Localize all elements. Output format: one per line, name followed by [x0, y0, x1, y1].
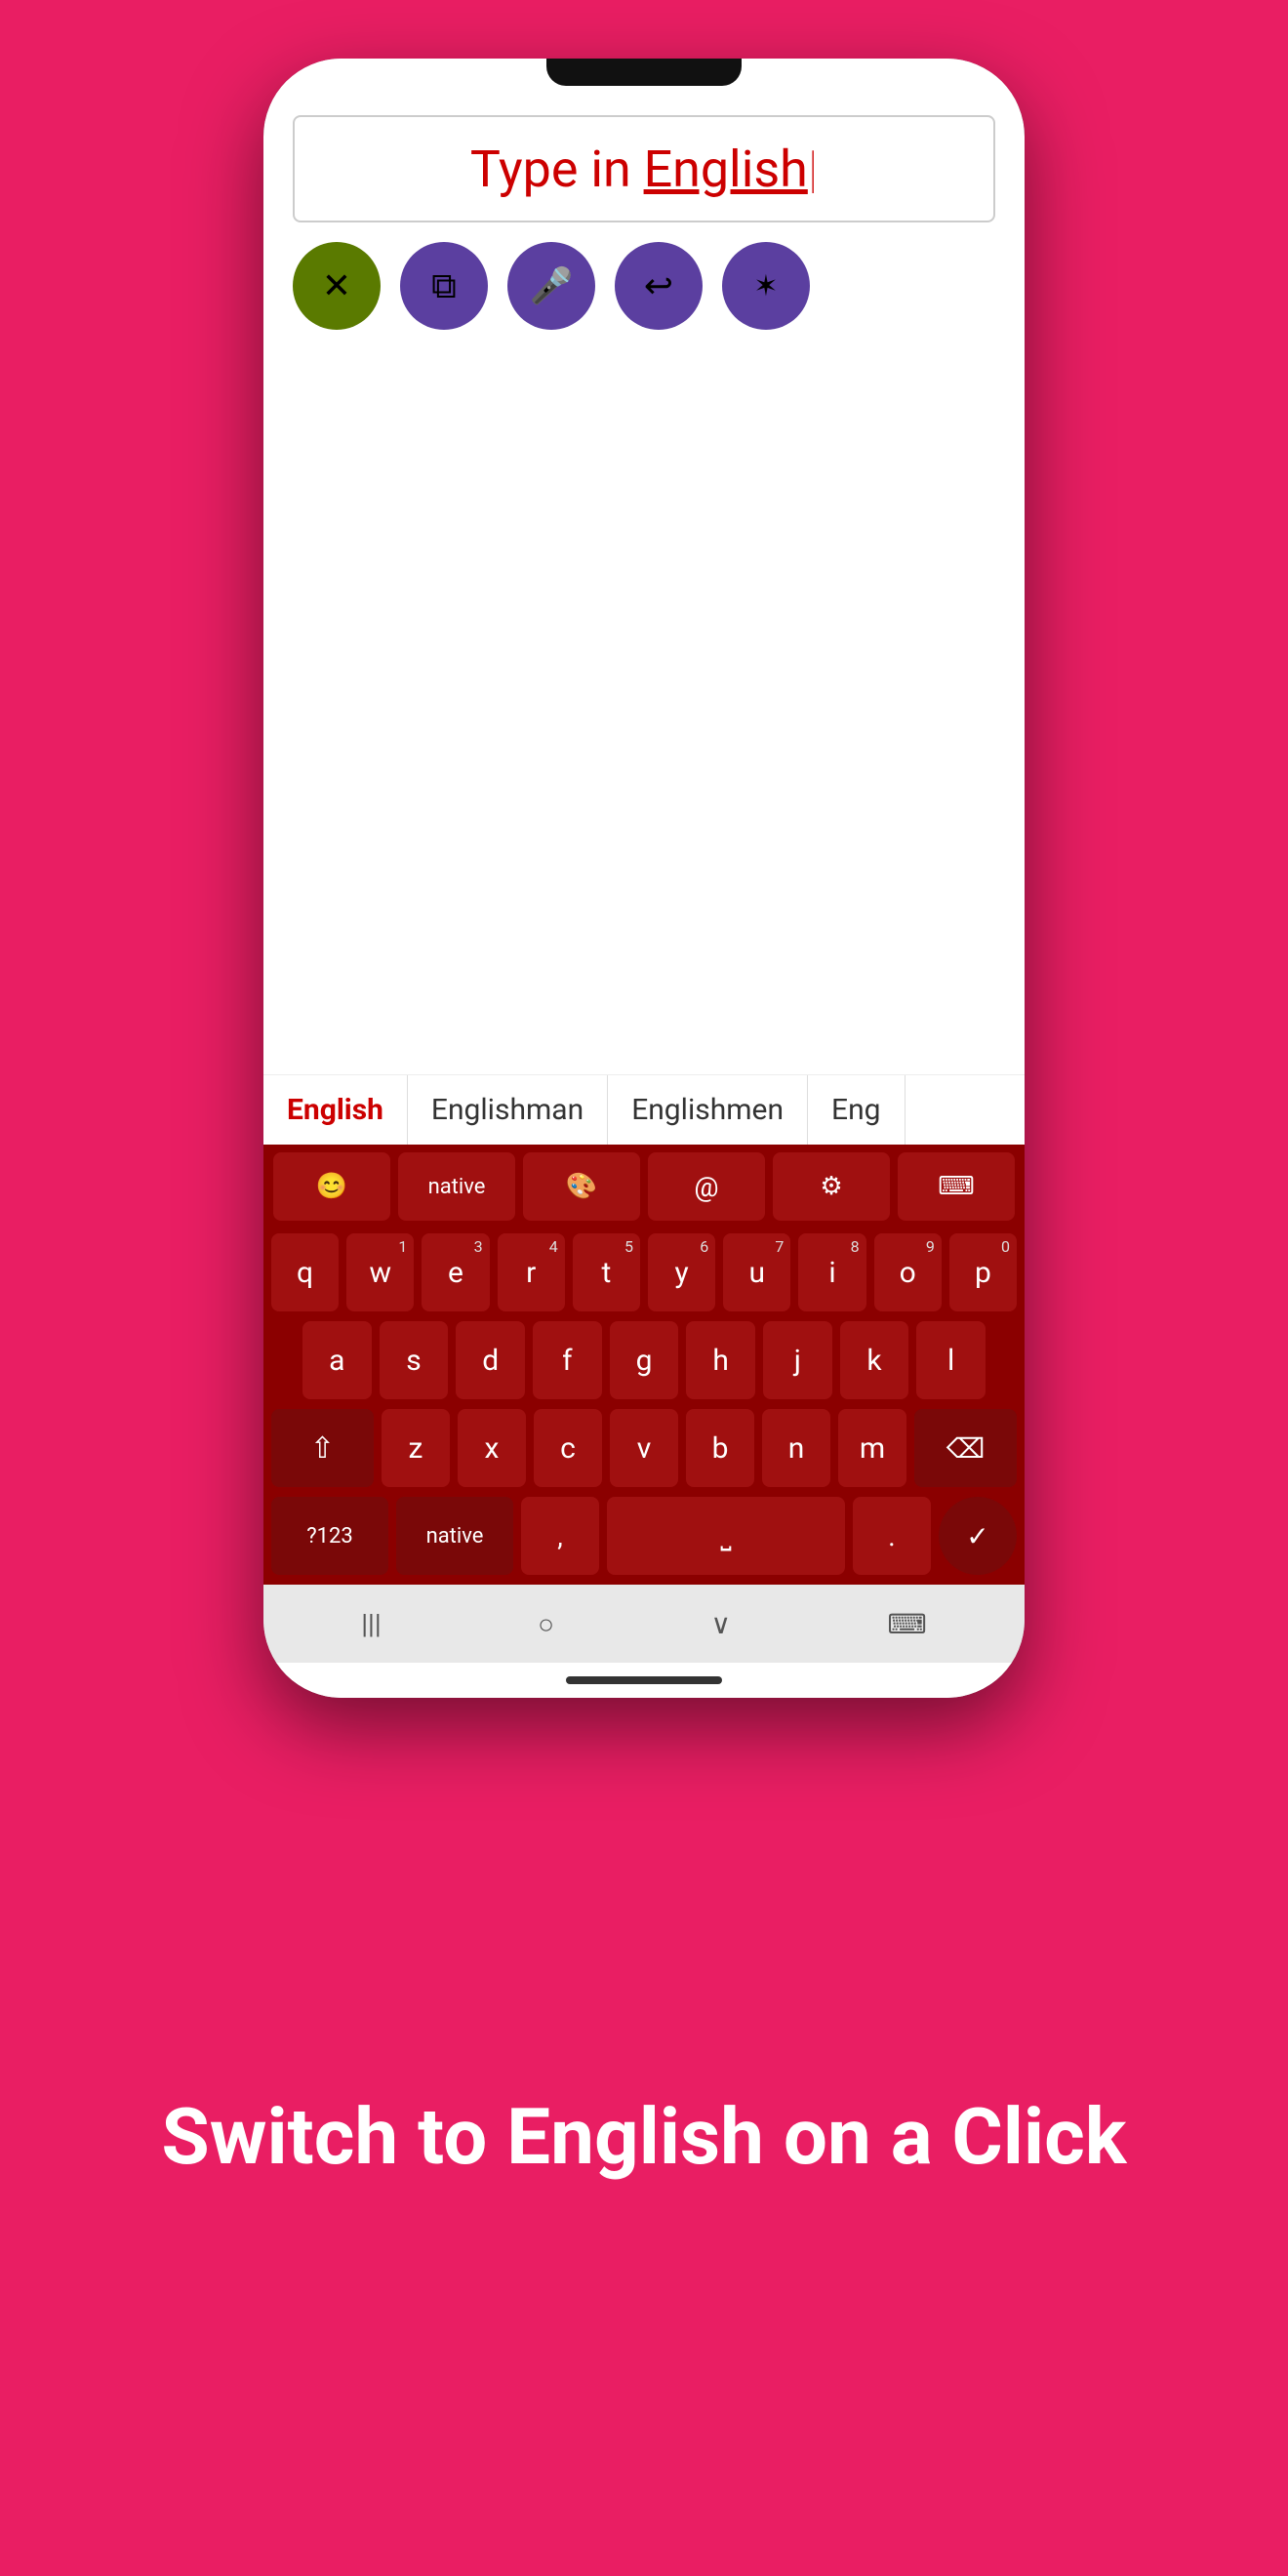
key-r[interactable]: 4r	[498, 1233, 565, 1311]
suggestions-bar: English Englishman Englishmen Eng	[263, 1074, 1025, 1145]
space-key[interactable]: ⎵	[607, 1497, 845, 1575]
key-k[interactable]: k	[840, 1321, 909, 1399]
key-d[interactable]: d	[456, 1321, 525, 1399]
share-icon: ✶	[753, 269, 778, 303]
recents-nav-button[interactable]: ∨	[710, 1608, 731, 1640]
period-key[interactable]: .	[853, 1497, 931, 1575]
keyboard-row-2: a s d f g h j k l	[263, 1316, 1025, 1404]
key-b[interactable]: b	[686, 1409, 754, 1487]
key-c[interactable]: c	[534, 1409, 602, 1487]
phone-frame: Type in English| ✕ ⧉ 🎤 ↩ ✶	[263, 59, 1025, 1698]
key-f[interactable]: f	[533, 1321, 602, 1399]
phone-screen: Type in English| ✕ ⧉ 🎤 ↩ ✶	[263, 59, 1025, 1698]
key-z[interactable]: z	[382, 1409, 450, 1487]
keyboard-nav-button[interactable]: ⌨	[887, 1608, 926, 1640]
keyboard-row-3: ⇧ z x c v b n m ⌫	[263, 1404, 1025, 1492]
language-key[interactable]: native	[396, 1497, 513, 1575]
keyboard-nav-icon: ⌨	[887, 1608, 926, 1640]
home-indicator	[263, 1663, 1025, 1698]
recents-icon: ∨	[710, 1608, 731, 1640]
back-icon: |||	[361, 1608, 382, 1640]
key-w[interactable]: 1w	[346, 1233, 414, 1311]
cursor: |	[808, 140, 818, 199]
key-v[interactable]: v	[610, 1409, 678, 1487]
palette-key[interactable]: 🎨	[523, 1152, 640, 1221]
suggestion-english[interactable]: English	[263, 1075, 408, 1145]
delete-icon: ✕	[322, 265, 351, 306]
delete-button[interactable]: ✕	[293, 242, 381, 330]
microphone-button[interactable]: 🎤	[507, 242, 595, 330]
status-bar	[263, 59, 1025, 105]
comma-key[interactable]: ,	[521, 1497, 599, 1575]
suggestion-englishman[interactable]: Englishman	[408, 1075, 608, 1145]
suggestion-englishmen[interactable]: Englishmen	[608, 1075, 808, 1145]
key-o[interactable]: 9o	[874, 1233, 942, 1311]
key-p[interactable]: 0p	[949, 1233, 1017, 1311]
keyboard-row-1: q 1w 3e 4r 5t 6y 7u 8i 9o 0p	[263, 1228, 1025, 1316]
keyboard-bottom-row: ?123 native , ⎵ . ✓	[263, 1492, 1025, 1585]
palette-icon: 🎨	[566, 1172, 597, 1201]
text-input-content: Type in English|	[470, 140, 818, 199]
home-nav-button[interactable]: ○	[538, 1608, 554, 1640]
checkmark-icon: ✓	[966, 1520, 988, 1552]
key-j[interactable]: j	[763, 1321, 832, 1399]
back-nav-button[interactable]: |||	[361, 1608, 382, 1640]
keyboard-switch-key[interactable]: ⌨	[898, 1152, 1015, 1221]
key-x[interactable]: x	[458, 1409, 526, 1487]
key-l[interactable]: l	[916, 1321, 986, 1399]
text-input-area[interactable]: Type in English|	[293, 115, 995, 222]
shift-key[interactable]: ⇧	[271, 1409, 374, 1487]
white-space	[263, 340, 1025, 1074]
emoji-key[interactable]: 😊	[273, 1152, 390, 1221]
key-g[interactable]: g	[610, 1321, 679, 1399]
mic-icon: 🎤	[530, 265, 574, 306]
action-buttons-row: ✕ ⧉ 🎤 ↩ ✶	[263, 232, 1025, 340]
space-icon: ⎵	[720, 1519, 731, 1552]
backspace-key[interactable]: ⌫	[914, 1409, 1017, 1487]
settings-icon: ⚙	[820, 1172, 842, 1201]
settings-key[interactable]: ⚙	[773, 1152, 890, 1221]
nav-bar: ||| ○ ∨ ⌨	[263, 1585, 1025, 1663]
bottom-text-section: Switch to English on a Click	[63, 1698, 1224, 2576]
key-y[interactable]: 6y	[648, 1233, 715, 1311]
keyboard: 😊 native 🎨 @ ⚙ ⌨ q	[263, 1145, 1025, 1585]
key-m[interactable]: m	[838, 1409, 906, 1487]
key-e[interactable]: 3e	[422, 1233, 489, 1311]
key-t[interactable]: 5t	[573, 1233, 640, 1311]
undo-icon: ↩	[644, 265, 673, 306]
english-label: English	[644, 140, 808, 199]
num-switch-key[interactable]: ?123	[271, 1497, 388, 1575]
shift-icon: ⇧	[310, 1431, 335, 1466]
type-in-label: Type in	[470, 140, 644, 199]
undo-button[interactable]: ↩	[615, 242, 703, 330]
key-u[interactable]: 7u	[723, 1233, 790, 1311]
keyboard-icon: ⌨	[938, 1172, 975, 1201]
home-bar	[566, 1676, 722, 1684]
emoji-icon: 😊	[316, 1172, 347, 1201]
keyboard-special-row: 😊 native 🎨 @ ⚙ ⌨	[263, 1145, 1025, 1228]
key-i[interactable]: 8i	[798, 1233, 865, 1311]
native-key[interactable]: native	[398, 1152, 515, 1221]
key-h[interactable]: h	[686, 1321, 755, 1399]
suggestion-eng[interactable]: Eng	[808, 1075, 905, 1145]
bottom-text: Switch to English on a Click	[161, 2090, 1126, 2184]
key-a[interactable]: a	[302, 1321, 372, 1399]
enter-key[interactable]: ✓	[939, 1497, 1017, 1575]
at-icon: @	[694, 1171, 718, 1203]
key-n[interactable]: n	[762, 1409, 830, 1487]
key-q[interactable]: q	[271, 1233, 339, 1311]
home-icon: ○	[538, 1608, 554, 1640]
copy-button[interactable]: ⧉	[400, 242, 488, 330]
share-button[interactable]: ✶	[722, 242, 810, 330]
at-key[interactable]: @	[648, 1152, 765, 1221]
key-s[interactable]: s	[380, 1321, 449, 1399]
copy-icon: ⧉	[431, 265, 457, 307]
backspace-icon: ⌫	[946, 1432, 986, 1465]
